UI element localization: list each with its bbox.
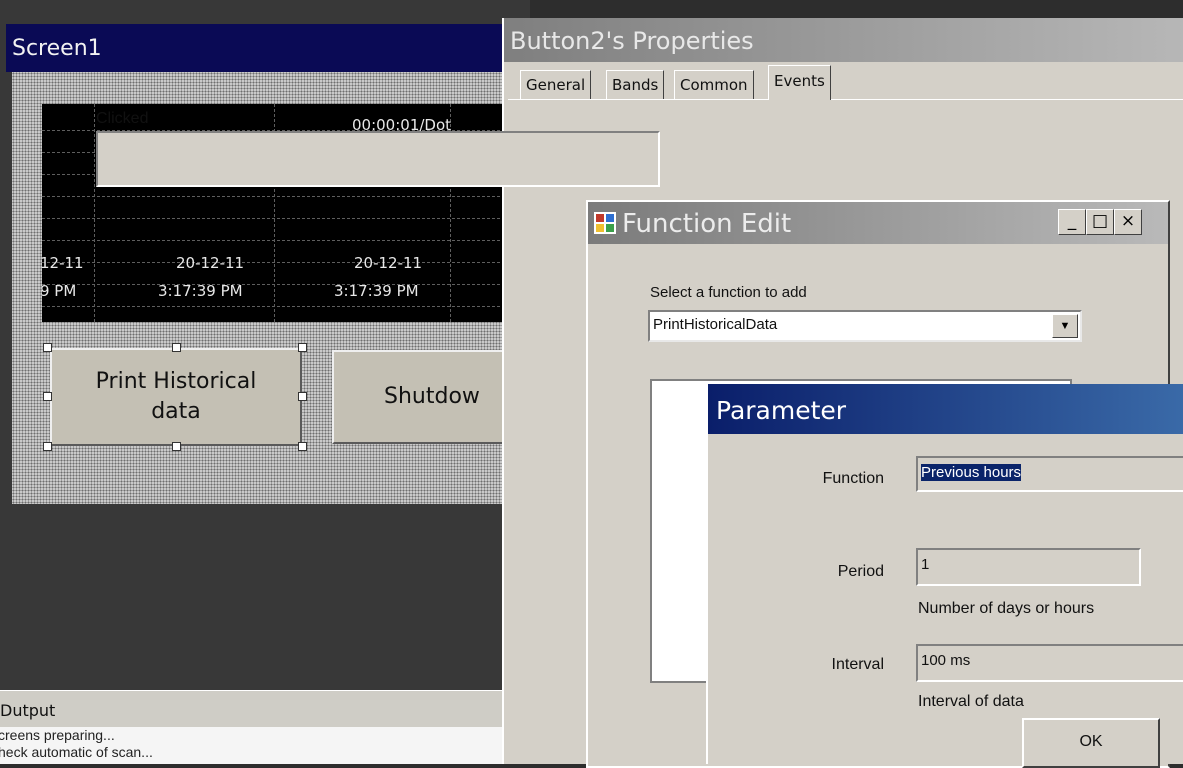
tab-events[interactable]: Events — [768, 65, 831, 100]
selection-handle[interactable] — [298, 392, 307, 401]
output-line: heck automatic of scan... — [0, 744, 153, 760]
period-label: Period — [837, 563, 884, 580]
trend-gridline — [42, 284, 530, 285]
close-icon[interactable]: × — [1114, 209, 1142, 235]
selection-handle[interactable] — [43, 442, 52, 451]
parameter-titlebar: Parameter — [708, 384, 1183, 434]
trend-gridline — [42, 240, 530, 241]
function-field[interactable]: Previous hours — [916, 456, 1183, 492]
function-edit-titlebar: Function Edit _ □ × — [588, 202, 1168, 244]
tab-common[interactable]: Common — [674, 70, 754, 99]
app-icon — [594, 212, 616, 234]
ok-button[interactable]: OK — [1022, 718, 1160, 768]
properties-titlebar: Button2's Properties — [504, 18, 1183, 62]
print-historical-button-label: Print Historical data — [95, 369, 257, 424]
clicked-actions-box[interactable]: ▲ — [96, 131, 748, 298]
shutdown-button-label: Shutdow — [384, 384, 480, 409]
output-panel-header: Dutput — [0, 690, 502, 727]
screen1-window: Screen1 00:00:01/Dot 12-11 9 PM 20-12-11… — [0, 0, 532, 690]
function-field-value: Previous hours — [921, 464, 1022, 481]
selection-handle[interactable] — [43, 392, 52, 401]
interval-field[interactable]: 100 ms — [916, 644, 1183, 682]
period-input[interactable]: 1 — [916, 548, 1141, 586]
function-select-value: PrintHistoricalData — [653, 316, 778, 333]
trend-axis-time: 3:17:39 PM — [334, 282, 419, 300]
parameter-title: Parameter — [716, 396, 847, 425]
chevron-down-icon[interactable]: ▼ — [1052, 314, 1078, 338]
output-panel-title: Dutput — [0, 701, 56, 720]
tab-general[interactable]: General — [520, 70, 592, 99]
properties-title: Button2's Properties — [510, 27, 754, 55]
trend-gridline — [42, 218, 530, 219]
selection-handle[interactable] — [172, 442, 181, 451]
trend-axis-time: 3:17:39 PM — [158, 282, 243, 300]
selection-handle[interactable] — [298, 343, 307, 352]
maximize-icon[interactable]: □ — [1086, 209, 1114, 235]
function-edit-title: Function Edit — [622, 209, 792, 239]
output-log[interactable]: creens preparing... heck automatic of sc… — [0, 727, 502, 764]
minimize-icon[interactable]: _ — [1058, 209, 1086, 235]
trend-gridline — [94, 104, 95, 322]
interval-hint: Interval of data — [918, 693, 1024, 710]
selection-handle[interactable] — [172, 343, 181, 352]
selection-handle[interactable] — [43, 343, 52, 352]
function-select[interactable]: PrintHistoricalData ▼ — [648, 310, 1082, 342]
trend-axis-date: 12-11 — [42, 254, 84, 272]
screen1-title: Screen1 — [12, 36, 102, 61]
period-hint: Number of days or hours — [918, 600, 1095, 617]
output-line: creens preparing... — [0, 727, 115, 743]
clicked-label: Clicked — [96, 110, 149, 127]
selection-handle[interactable] — [298, 442, 307, 451]
select-function-label: Select a function to add — [650, 284, 807, 301]
trend-axis-date: 20-12-11 — [176, 254, 245, 272]
trend-gridline — [42, 306, 530, 307]
trend-axis-time: 9 PM — [42, 282, 77, 300]
print-historical-button[interactable]: Print Historical data — [50, 348, 302, 446]
trend-gridline — [42, 262, 530, 263]
trend-gridline — [42, 196, 530, 197]
tab-bands[interactable]: Bands — [606, 70, 665, 99]
trend-axis-date: 20-12-11 — [354, 254, 423, 272]
interval-label: Interval — [831, 656, 884, 673]
function-label: Function — [822, 470, 884, 487]
screen1-titlebar: Screen1 — [6, 24, 530, 72]
